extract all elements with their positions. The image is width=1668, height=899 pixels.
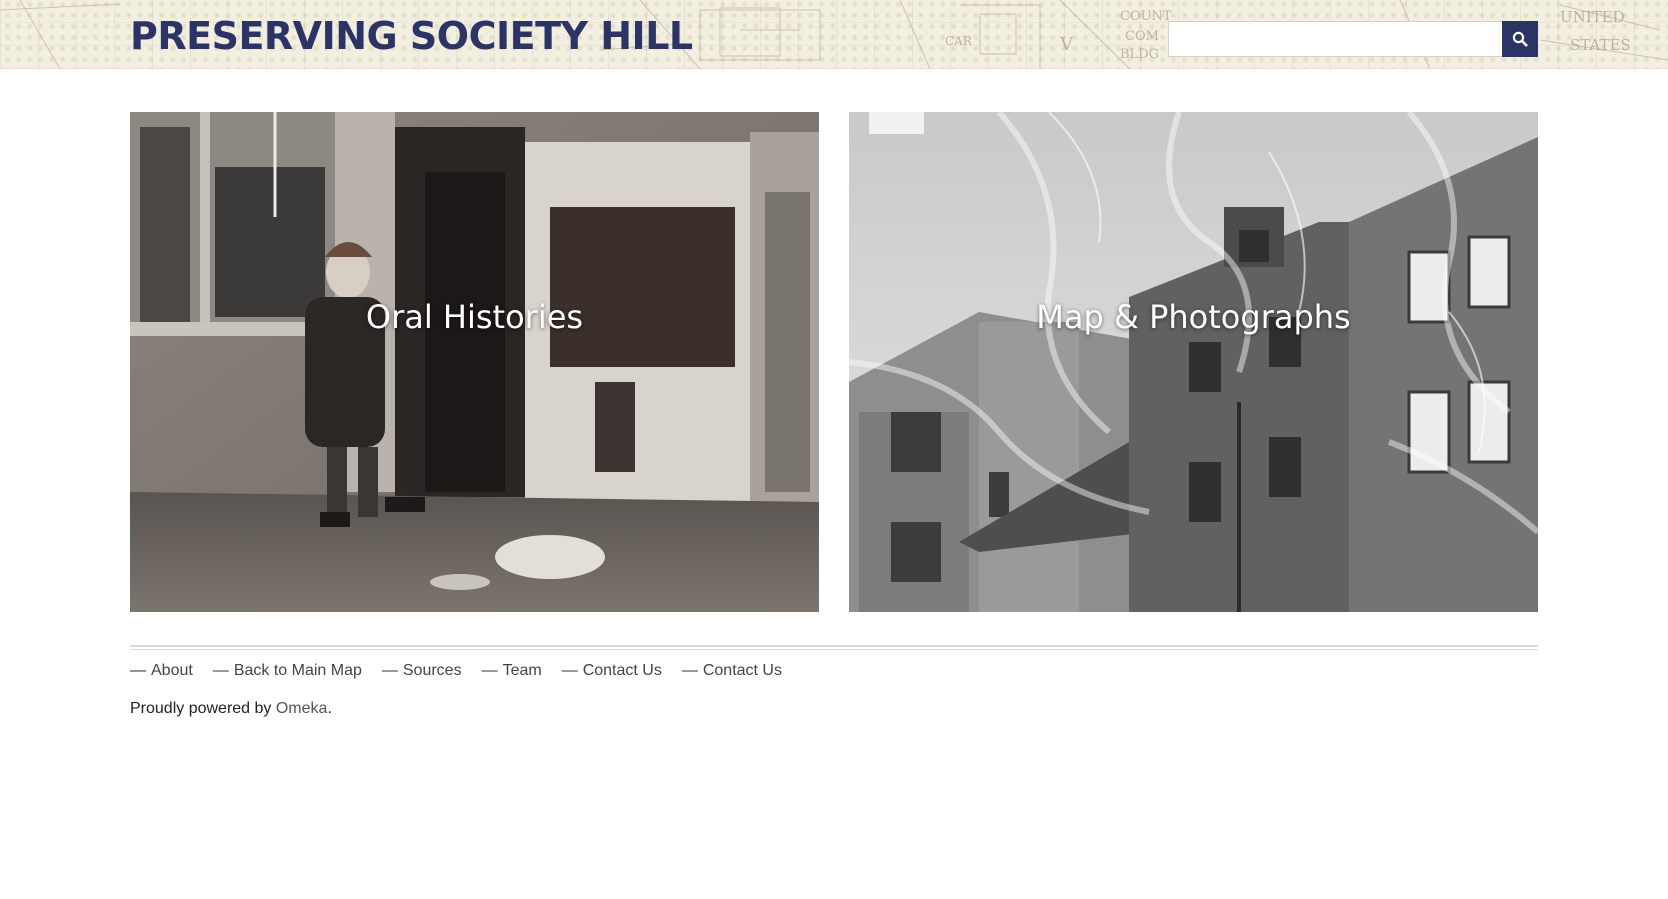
map-text: STATES — [1570, 36, 1631, 54]
footer-link-team[interactable]: Team — [503, 662, 542, 680]
powered-by-suffix: . — [327, 700, 332, 717]
footer-link-sources[interactable]: Sources — [403, 662, 462, 680]
site-title[interactable]: PRESERVING SOCIETY HILL — [130, 14, 693, 58]
footer-divider — [130, 645, 1538, 650]
map-text: COUNT — [1120, 9, 1172, 24]
oral-histories-tile[interactable]: Oral Histories — [130, 112, 819, 612]
footer-nav: — About — Back to Main Map — Sources — Team … — [130, 660, 782, 682]
map-photographs-photo — [849, 112, 1538, 612]
powered-by-text: Proudly powered by Omeka. — [130, 700, 332, 718]
map-text: V — [1059, 34, 1074, 55]
oral-histories-photo — [130, 112, 819, 612]
map-text: COM — [1125, 29, 1159, 44]
footer-link-about[interactable]: About — [151, 662, 193, 680]
oral-histories-label: Oral Histories — [365, 298, 584, 336]
footer-link-contact-us[interactable]: Contact Us — [583, 662, 662, 680]
powered-by-prefix: Proudly powered by — [130, 700, 276, 717]
map-photographs-label: Map & Photographs — [1036, 298, 1351, 336]
map-photographs-tile[interactable]: Map & Photographs — [849, 112, 1538, 612]
search-icon — [1512, 31, 1528, 47]
site-header: COUNT COM BLDG UNITED STATES V CAR PRESE… — [0, 0, 1668, 69]
search-input[interactable] — [1168, 21, 1503, 57]
footer-nav-item: — Sources — [381, 662, 462, 680]
map-text: CAR — [945, 34, 973, 48]
footer-nav-item: — Back to Main Map — [212, 662, 362, 680]
footer-link-back-to-main-map[interactable]: Back to Main Map — [234, 662, 362, 680]
footer-nav-item: — About — [130, 662, 193, 680]
search-button[interactable] — [1502, 21, 1538, 57]
footer-nav-item: — Team — [481, 662, 542, 680]
map-text: BLDG — [1120, 47, 1159, 62]
footer-link-contact-us-2[interactable]: Contact Us — [703, 662, 782, 680]
omeka-link[interactable]: Omeka — [276, 700, 328, 717]
map-text: UNITED — [1560, 8, 1625, 26]
footer-nav-item: — Contact Us — [681, 662, 782, 680]
footer-nav-item: — Contact Us — [561, 662, 662, 680]
